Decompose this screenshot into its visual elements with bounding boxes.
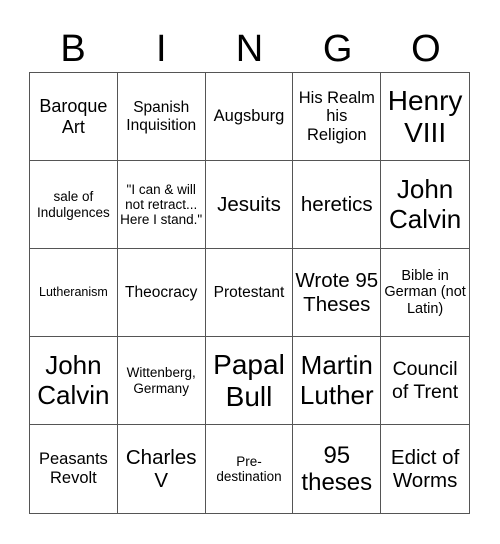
bingo-cell[interactable]: Charles V [118, 425, 206, 513]
bingo-cell[interactable]: Wittenberg, Germany [117, 337, 206, 425]
bingo-cell[interactable]: Pre-destination [206, 425, 294, 513]
bingo-cell[interactable]: Martin Luther [293, 337, 382, 425]
header-letter-g: G [322, 28, 353, 70]
bingo-cell[interactable]: Baroque Art [30, 73, 118, 161]
bingo-cell[interactable]: Henry VIII [381, 73, 469, 161]
bingo-cell[interactable]: "I can & will not retract... Here I stan… [117, 161, 206, 249]
bingo-cell[interactable]: Spanish Inquisition [117, 73, 206, 161]
bingo-cell[interactable]: His Realm his Religion [293, 73, 382, 161]
bingo-cell[interactable]: Wrote 95 Theses [293, 249, 382, 337]
bingo-cell[interactable]: Council of Trent [381, 337, 469, 425]
bingo-cell[interactable]: Lutheranism [30, 249, 118, 337]
bingo-cell[interactable]: sale of Indulgences [30, 161, 118, 249]
bingo-cell[interactable]: heretics [293, 161, 382, 249]
bingo-cell[interactable]: Bible in German (not Latin) [381, 249, 469, 337]
header-letter-b: B [60, 28, 86, 70]
bingo-cell[interactable]: Theocracy [117, 249, 206, 337]
bingo-board: Baroque Art Spanish Inquisition Augsburg… [29, 72, 470, 514]
bingo-cell[interactable]: John Calvin [30, 337, 118, 425]
bingo-cell[interactable]: Augsburg [205, 73, 294, 161]
bingo-cell[interactable]: Protestant [205, 249, 294, 337]
bingo-cell[interactable]: Jesuits [205, 161, 294, 249]
bingo-header: B I N G O [29, 26, 470, 72]
header-letter-i: I [156, 28, 167, 70]
header-letter-n: N [235, 28, 264, 70]
bingo-cell[interactable]: Edict of Worms [381, 425, 469, 513]
bingo-cell[interactable]: Papal Bull [205, 337, 294, 425]
bingo-cell[interactable]: 95 theses [293, 425, 382, 513]
bingo-cell[interactable]: John Calvin [381, 161, 469, 249]
bingo-cell[interactable]: Peasants Revolt [30, 425, 118, 513]
header-letter-o: O [411, 28, 441, 70]
